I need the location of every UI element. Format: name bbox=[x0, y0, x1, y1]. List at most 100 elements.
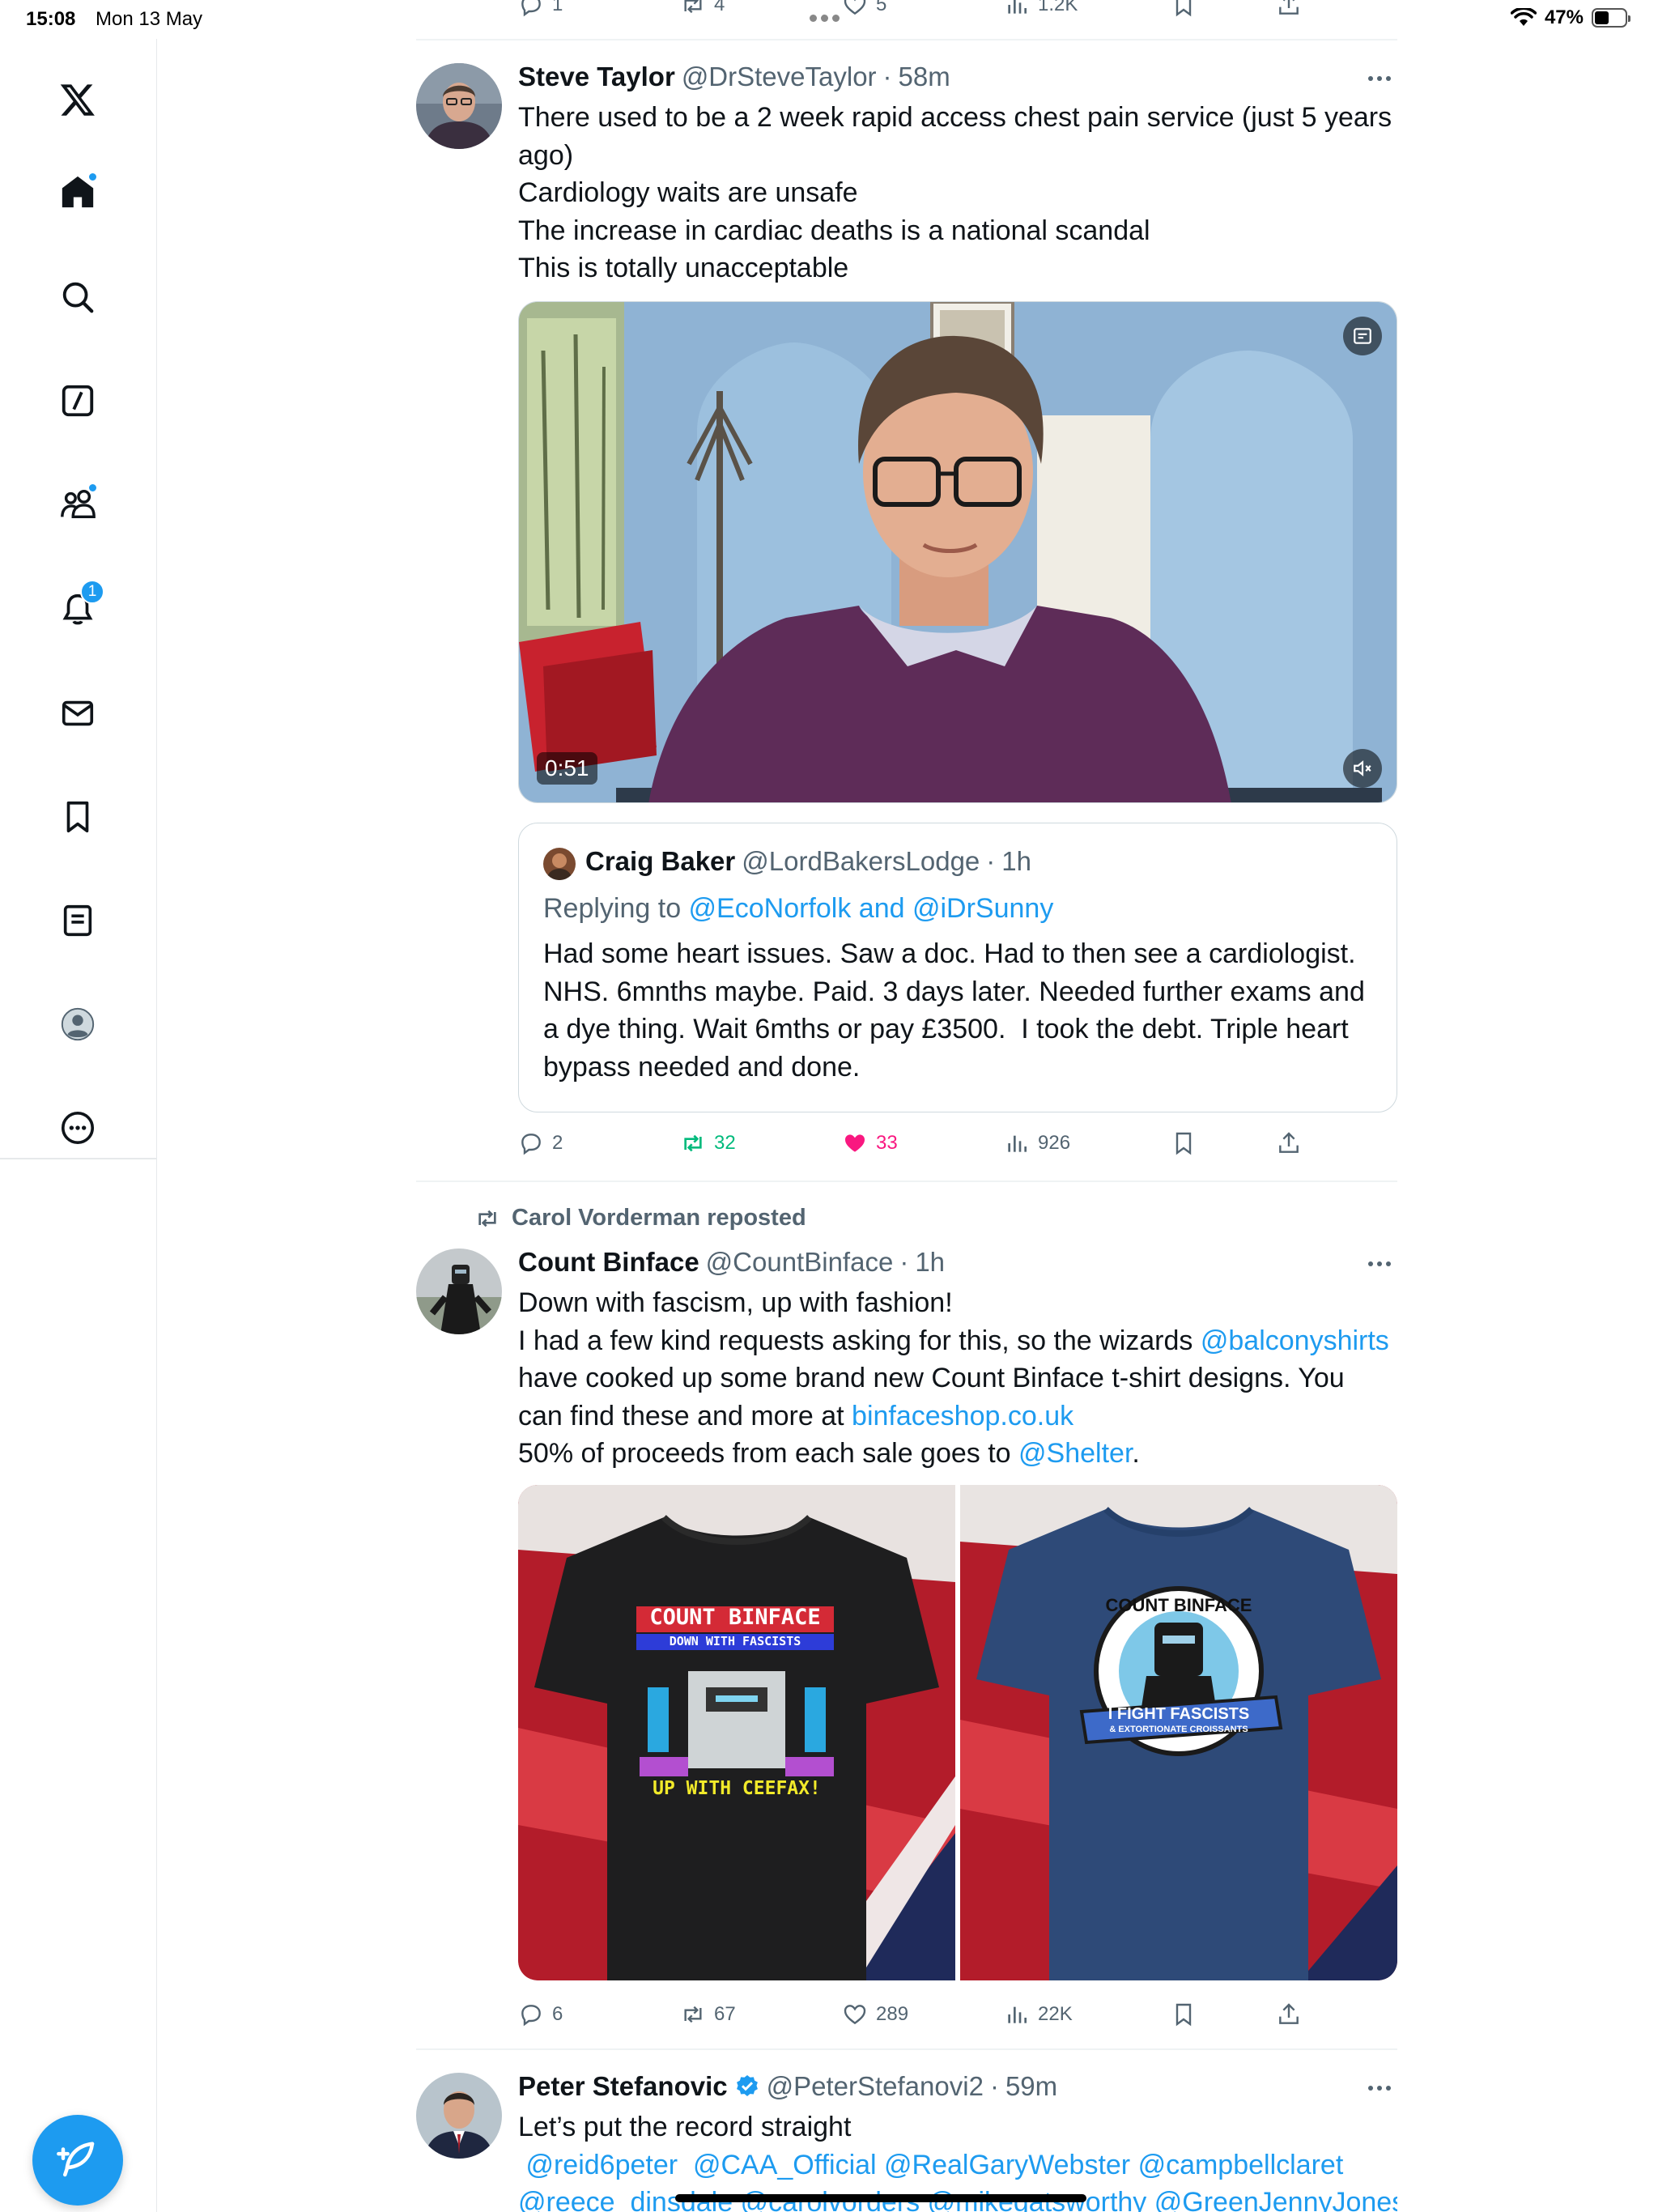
author-handle[interactable]: @DrSteveTaylor bbox=[682, 62, 877, 92]
tweet-time[interactable]: 59m bbox=[1005, 2071, 1057, 2102]
mention-link[interactable]: @balconyshirts bbox=[1201, 1325, 1389, 1356]
more-options-icon[interactable] bbox=[1362, 66, 1397, 91]
views-button[interactable]: 1.2K bbox=[1004, 0, 1078, 23]
repost-count: 4 bbox=[714, 0, 725, 15]
quote-text-line: NHS. 6mnths maybe. Paid. 3 days later. N… bbox=[543, 976, 1365, 1007]
reposted-by[interactable]: Carol Vorderman reposted bbox=[512, 1205, 806, 1231]
reply-count: 2 bbox=[552, 1132, 563, 1154]
quote-text: Had some heart issues. Saw a doc. Had to… bbox=[543, 935, 1365, 1086]
tweet-images: COUNT BINFACE DOWN WITH FASCISTS UP WITH… bbox=[518, 1485, 1397, 1980]
sidebar-divider bbox=[0, 1158, 157, 1159]
tweet-time[interactable]: 58m bbox=[899, 62, 950, 92]
views-button[interactable]: 926 bbox=[1004, 1125, 1070, 1161]
replying-to-handles[interactable]: @EcoNorfolk and @iDrSunny bbox=[689, 893, 1054, 924]
status-right: 47% bbox=[1510, 6, 1630, 29]
more-circle-icon[interactable] bbox=[54, 1104, 101, 1151]
reply-button[interactable]: 2 bbox=[518, 1125, 563, 1161]
compose-feather-icon[interactable] bbox=[32, 2115, 123, 2206]
more-options-icon[interactable] bbox=[1362, 1252, 1397, 1276]
tweet-header: Peter Stefanovic @PeterStefanovi2 · 59m bbox=[518, 2071, 1057, 2102]
tshirt-image-right[interactable]: COUNT BINFACE I FIGHT FASCISTS & EXTORTI… bbox=[960, 1485, 1397, 1980]
bookmark-icon[interactable] bbox=[54, 793, 101, 840]
tweet-peter-stefanovic[interactable]: Peter Stefanovic @PeterStefanovi2 · 59m … bbox=[416, 2071, 1397, 2212]
like-button[interactable]: 5 bbox=[842, 0, 886, 23]
like-count: 5 bbox=[876, 0, 887, 15]
mentions-line[interactable]: @reid6peter @CAA_Official @RealGaryWebst… bbox=[518, 2146, 1397, 2184]
repost-button[interactable]: 32 bbox=[680, 1125, 736, 1161]
tweet-time[interactable]: 1h bbox=[915, 1247, 945, 1278]
quote-author-name[interactable]: Craig Baker bbox=[585, 846, 735, 877]
share-button[interactable] bbox=[1276, 1125, 1302, 1161]
grok-icon[interactable] bbox=[54, 377, 101, 424]
quote-text-line: Had some heart issues. Saw a doc. Had to… bbox=[543, 938, 1356, 969]
views-count: 1.2K bbox=[1038, 0, 1078, 15]
status-date: Mon 13 May bbox=[96, 8, 203, 30]
reply-button[interactable]: 1 bbox=[518, 0, 563, 23]
shirt-text-slogan: UP WITH CEEFAX! bbox=[653, 1778, 821, 1799]
author-handle[interactable]: @PeterStefanovi2 bbox=[767, 2071, 984, 2102]
sidebar: 1 bbox=[0, 39, 157, 2212]
tweet-text-line: ago) bbox=[518, 139, 574, 171]
quote-header: Craig Baker @LordBakersLodge · 1h bbox=[585, 846, 1031, 877]
home-indicator[interactable] bbox=[675, 2194, 1086, 2202]
like-button[interactable]: 33 bbox=[842, 1125, 898, 1161]
tweet-text-line: Down with fascism, up with fashion! bbox=[518, 1287, 953, 1318]
text-segment: . bbox=[1132, 1438, 1140, 1469]
more-options-icon[interactable] bbox=[1362, 2076, 1397, 2100]
video-settings-icon[interactable] bbox=[1343, 317, 1382, 355]
tweet-count-binface[interactable]: Carol Vorderman reposted Count Binface @… bbox=[416, 1203, 1397, 2029]
tweet-divider bbox=[416, 39, 1397, 40]
home-icon[interactable] bbox=[54, 168, 101, 215]
tweet-divider bbox=[416, 1180, 1397, 1182]
reply-count: 1 bbox=[552, 0, 563, 15]
reply-button[interactable]: 6 bbox=[518, 1997, 563, 2032]
replying-to: Replying to @EcoNorfolk and @iDrSunny bbox=[543, 893, 1053, 925]
search-icon[interactable] bbox=[54, 274, 101, 321]
repost-indicator: Carol Vorderman reposted bbox=[474, 1205, 806, 1231]
avatar[interactable] bbox=[416, 1249, 502, 1334]
reply-count: 6 bbox=[552, 2003, 563, 2025]
bookmark-button[interactable] bbox=[1171, 1125, 1197, 1161]
author-name[interactable]: Steve Taylor bbox=[518, 62, 675, 92]
separator: · bbox=[899, 1247, 909, 1277]
tweet-video[interactable]: 0:51 bbox=[518, 301, 1397, 803]
separator: · bbox=[986, 846, 996, 876]
like-button[interactable]: 289 bbox=[842, 1997, 908, 2032]
author-name[interactable]: Peter Stefanovic bbox=[518, 2071, 728, 2102]
shirt-text-title: COUNT BINFACE bbox=[1105, 1595, 1252, 1615]
bookmark-button[interactable] bbox=[1171, 0, 1197, 23]
views-count: 926 bbox=[1038, 1132, 1071, 1154]
bookmark-button[interactable] bbox=[1171, 1997, 1197, 2032]
repost-button[interactable]: 67 bbox=[680, 1997, 736, 2032]
window-grabber[interactable] bbox=[810, 15, 840, 22]
profile-icon[interactable] bbox=[54, 1001, 101, 1048]
home-notification-dot bbox=[87, 172, 98, 182]
tshirt-image-left[interactable]: COUNT BINFACE DOWN WITH FASCISTS UP WITH… bbox=[518, 1485, 955, 1980]
bell-icon[interactable]: 1 bbox=[54, 580, 104, 633]
author-handle[interactable]: @CountBinface bbox=[706, 1247, 894, 1278]
communities-icon[interactable] bbox=[54, 481, 101, 528]
list-icon[interactable] bbox=[54, 897, 101, 944]
views-button[interactable]: 22K bbox=[1004, 1997, 1073, 2032]
quote-author-handle[interactable]: @LordBakersLodge bbox=[742, 846, 980, 877]
mention-link[interactable]: @Shelter bbox=[1018, 1438, 1132, 1469]
envelope-icon[interactable] bbox=[54, 690, 101, 737]
author-name[interactable]: Count Binface bbox=[518, 1247, 699, 1278]
avatar[interactable] bbox=[416, 63, 502, 149]
url-link[interactable]: binfaceshop.co.uk bbox=[852, 1401, 1073, 1431]
share-button[interactable] bbox=[1276, 1997, 1302, 2032]
tweet-actions: 6 67 289 22K bbox=[416, 1997, 1397, 2032]
mute-icon[interactable] bbox=[1343, 749, 1382, 788]
tweet-text: Down with fascism, up with fashion! I ha… bbox=[518, 1284, 1401, 1473]
tweet-text-line: can find these and more at binfaceshop.c… bbox=[518, 1397, 1401, 1436]
shirt-text-subtitle: DOWN WITH FASCISTS bbox=[669, 1634, 801, 1648]
quote-avatar[interactable] bbox=[543, 848, 576, 880]
quoted-tweet[interactable]: Craig Baker @LordBakersLodge · 1h Replyi… bbox=[518, 823, 1397, 1112]
avatar[interactable] bbox=[416, 2073, 502, 2159]
tweet-text-line: have cooked up some brand new Count Binf… bbox=[518, 1363, 1345, 1393]
share-button[interactable] bbox=[1276, 0, 1302, 23]
tweet-steve-taylor[interactable]: Steve Taylor @DrSteveTaylor · 58m There … bbox=[416, 62, 1397, 1179]
notifications-badge: 1 bbox=[80, 580, 104, 604]
x-logo-icon[interactable] bbox=[54, 76, 101, 123]
repost-button[interactable]: 4 bbox=[680, 0, 725, 23]
